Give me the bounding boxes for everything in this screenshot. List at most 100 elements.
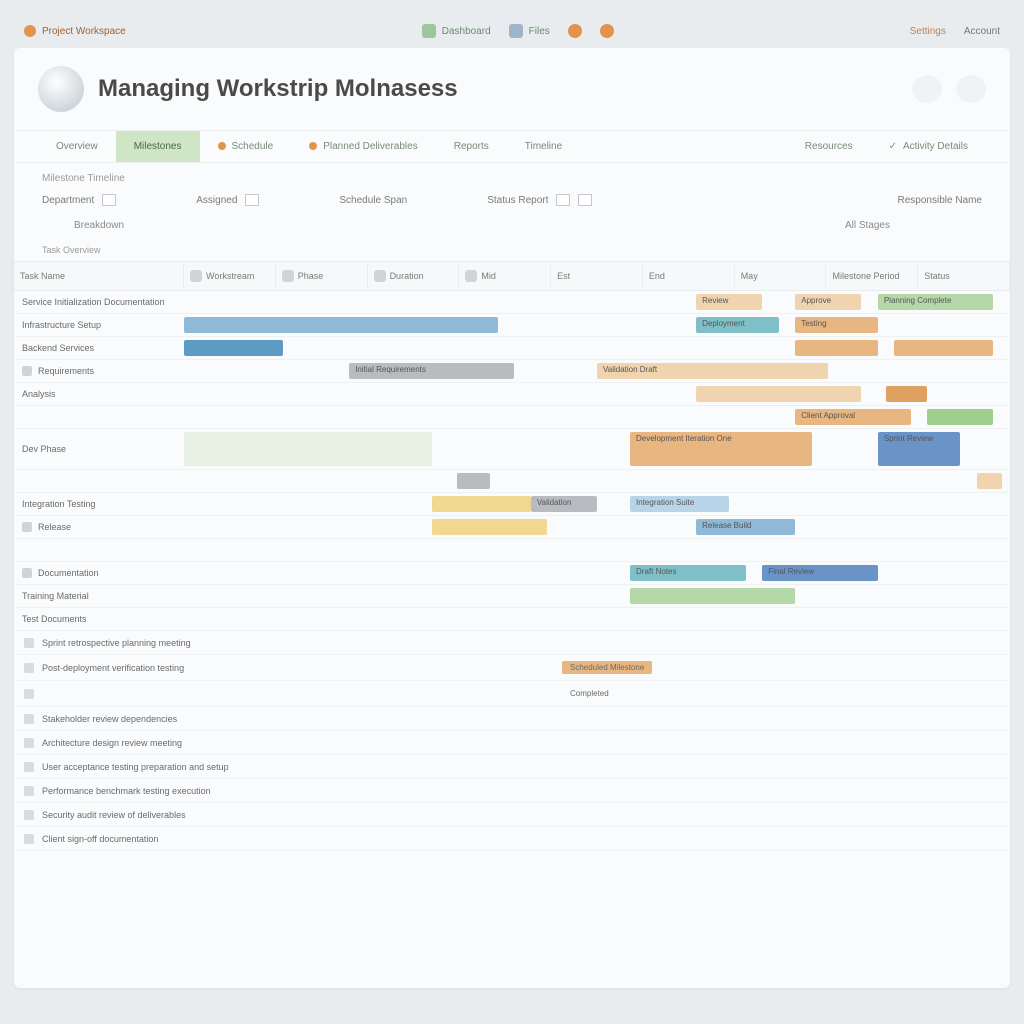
gantt-bar[interactable]: Release Build xyxy=(696,519,795,535)
gantt-column[interactable]: Workstream xyxy=(184,262,276,290)
tab-resources[interactable]: Resources xyxy=(787,131,871,162)
gantt-row[interactable]: Test Documents xyxy=(14,608,1010,631)
gantt-row[interactable]: ReleaseRelease Build xyxy=(14,516,1010,539)
gantt-bar[interactable] xyxy=(894,340,993,356)
gantt-row[interactable]: Infrastructure Setup Deployment Testing xyxy=(14,314,1010,337)
row-name: Service Initialization Documentation xyxy=(14,291,184,313)
gantt-row[interactable]: Training Material xyxy=(14,585,1010,608)
gantt-column[interactable]: Milestone Period xyxy=(826,262,918,290)
list-row[interactable]: Client sign-off documentation xyxy=(14,827,1010,851)
tab-deliverables[interactable]: Planned Deliverables xyxy=(291,131,436,162)
gantt-bar[interactable] xyxy=(977,473,1002,489)
gantt-bar[interactable]: Testing xyxy=(795,317,878,333)
gantt-bar[interactable] xyxy=(184,432,432,466)
row-track xyxy=(184,383,1010,405)
gantt-row[interactable]: Analysis xyxy=(14,383,1010,406)
gantt-bar[interactable]: Client Approval xyxy=(795,409,911,425)
brand[interactable]: Project Workspace xyxy=(24,25,126,37)
nav-files[interactable]: Files xyxy=(509,24,550,38)
row-name: Test Documents xyxy=(14,608,184,630)
more-icon[interactable] xyxy=(956,75,986,103)
task-list: Sprint retrospective planning meetingPos… xyxy=(14,631,1010,851)
filter-department[interactable]: Department xyxy=(42,194,116,206)
gantt-column[interactable]: Duration xyxy=(368,262,460,290)
gantt-bar[interactable]: Sprint Review xyxy=(878,432,961,466)
main-panel: Managing Workstrip Molnasess Overview Mi… xyxy=(14,48,1010,988)
tab-milestones[interactable]: Milestones xyxy=(116,131,200,162)
gantt-row[interactable]: DocumentationDraft NotesFinal Review xyxy=(14,562,1010,585)
filter-status[interactable]: Status Report xyxy=(487,194,592,206)
gantt-row[interactable]: Backend Services xyxy=(14,337,1010,360)
tab-timeline[interactable]: Timeline xyxy=(507,131,580,162)
list-row[interactable]: Completed xyxy=(14,681,1010,707)
list-row[interactable]: Sprint retrospective planning meeting xyxy=(14,631,1010,655)
gantt-bar[interactable] xyxy=(927,409,993,425)
gantt-column[interactable]: Est xyxy=(551,262,643,290)
tab-schedule[interactable]: Schedule xyxy=(200,131,292,162)
tab-overview[interactable]: Overview xyxy=(38,131,116,162)
gantt-column[interactable]: Phase xyxy=(276,262,368,290)
gantt-chart: Task NameWorkstreamPhaseDurationMidEstEn… xyxy=(14,261,1010,851)
gantt-bar[interactable]: Initial Requirements xyxy=(349,363,514,379)
gantt-bar[interactable] xyxy=(795,340,878,356)
list-text: Post-deployment verification testing xyxy=(42,663,562,673)
gantt-bar[interactable]: Integration Suite xyxy=(630,496,729,512)
list-icon xyxy=(24,786,34,796)
gantt-bar[interactable] xyxy=(630,588,795,604)
row-icon xyxy=(22,522,32,532)
gantt-bar[interactable]: Deployment xyxy=(696,317,779,333)
row-name: Infrastructure Setup xyxy=(14,314,184,336)
gantt-bar[interactable] xyxy=(457,473,490,489)
nav-dashboard[interactable]: Dashboard xyxy=(422,24,491,38)
gantt-bar[interactable] xyxy=(184,317,498,333)
list-row[interactable]: User acceptance testing preparation and … xyxy=(14,755,1010,779)
gantt-column[interactable]: Status xyxy=(918,262,1010,290)
gantt-bar[interactable]: Validation Draft xyxy=(597,363,828,379)
filter-span[interactable]: Schedule Span xyxy=(339,194,407,206)
gantt-row[interactable]: Integration TestingValidationIntegration… xyxy=(14,493,1010,516)
nav-user1[interactable] xyxy=(568,24,582,38)
tab-activity[interactable]: Activity Details xyxy=(871,131,986,162)
gantt-row[interactable]: Service Initialization Documentation Revi… xyxy=(14,291,1010,314)
gantt-bar[interactable] xyxy=(886,386,927,402)
gantt-bar[interactable]: Final Review xyxy=(762,565,878,581)
gantt-column[interactable]: End xyxy=(643,262,735,290)
row-icon xyxy=(22,366,32,376)
row-track xyxy=(184,539,1010,561)
tab-reports[interactable]: Reports xyxy=(436,131,507,162)
gantt-row[interactable] xyxy=(14,539,1010,562)
gantt-row[interactable]: Dev PhaseDevelopment Iteration OneSprint… xyxy=(14,429,1010,470)
nav-account[interactable]: Account xyxy=(964,26,1000,37)
gantt-bar[interactable]: Draft Notes xyxy=(630,565,746,581)
nav-user2[interactable] xyxy=(600,24,614,38)
list-row[interactable]: Post-deployment verification testingSche… xyxy=(14,655,1010,681)
gantt-row[interactable]: Requirements Initial Requirements Validati… xyxy=(14,360,1010,383)
gantt-column[interactable]: Mid xyxy=(459,262,551,290)
gantt-bar[interactable] xyxy=(696,386,861,402)
gantt-column[interactable]: Task Name xyxy=(14,262,184,290)
filter-responsible[interactable]: Responsible Name xyxy=(898,194,983,206)
filter-assigned[interactable]: Assigned xyxy=(196,194,259,206)
sync-icon[interactable] xyxy=(912,75,942,103)
gantt-bar[interactable]: Planning Complete xyxy=(878,294,994,310)
gantt-bar[interactable]: Review xyxy=(696,294,762,310)
nav-settings[interactable]: Settings xyxy=(910,26,946,37)
gantt-bar[interactable] xyxy=(184,340,283,356)
list-row[interactable]: Security audit review of deliverables xyxy=(14,803,1010,827)
gantt-bar[interactable]: Development Iteration One xyxy=(630,432,812,466)
list-row[interactable]: Architecture design review meeting xyxy=(14,731,1010,755)
gantt-bar[interactable] xyxy=(432,496,531,512)
filter-row: Department Assigned Schedule Span Status… xyxy=(14,188,1010,216)
gantt-bar[interactable]: Approve xyxy=(795,294,861,310)
gantt-bar[interactable]: Validation xyxy=(531,496,597,512)
gantt-row[interactable]: Client Approval xyxy=(14,406,1010,429)
column-icon xyxy=(190,270,202,282)
project-avatar[interactable] xyxy=(38,66,84,112)
gantt-row[interactable] xyxy=(14,470,1010,493)
gantt-column[interactable]: May xyxy=(735,262,827,290)
list-row[interactable]: Stakeholder review dependencies xyxy=(14,707,1010,731)
gantt-bar[interactable] xyxy=(432,519,548,535)
row-name: Requirements xyxy=(14,360,184,382)
list-row[interactable]: Performance benchmark testing execution xyxy=(14,779,1010,803)
grid-icon xyxy=(422,24,436,38)
